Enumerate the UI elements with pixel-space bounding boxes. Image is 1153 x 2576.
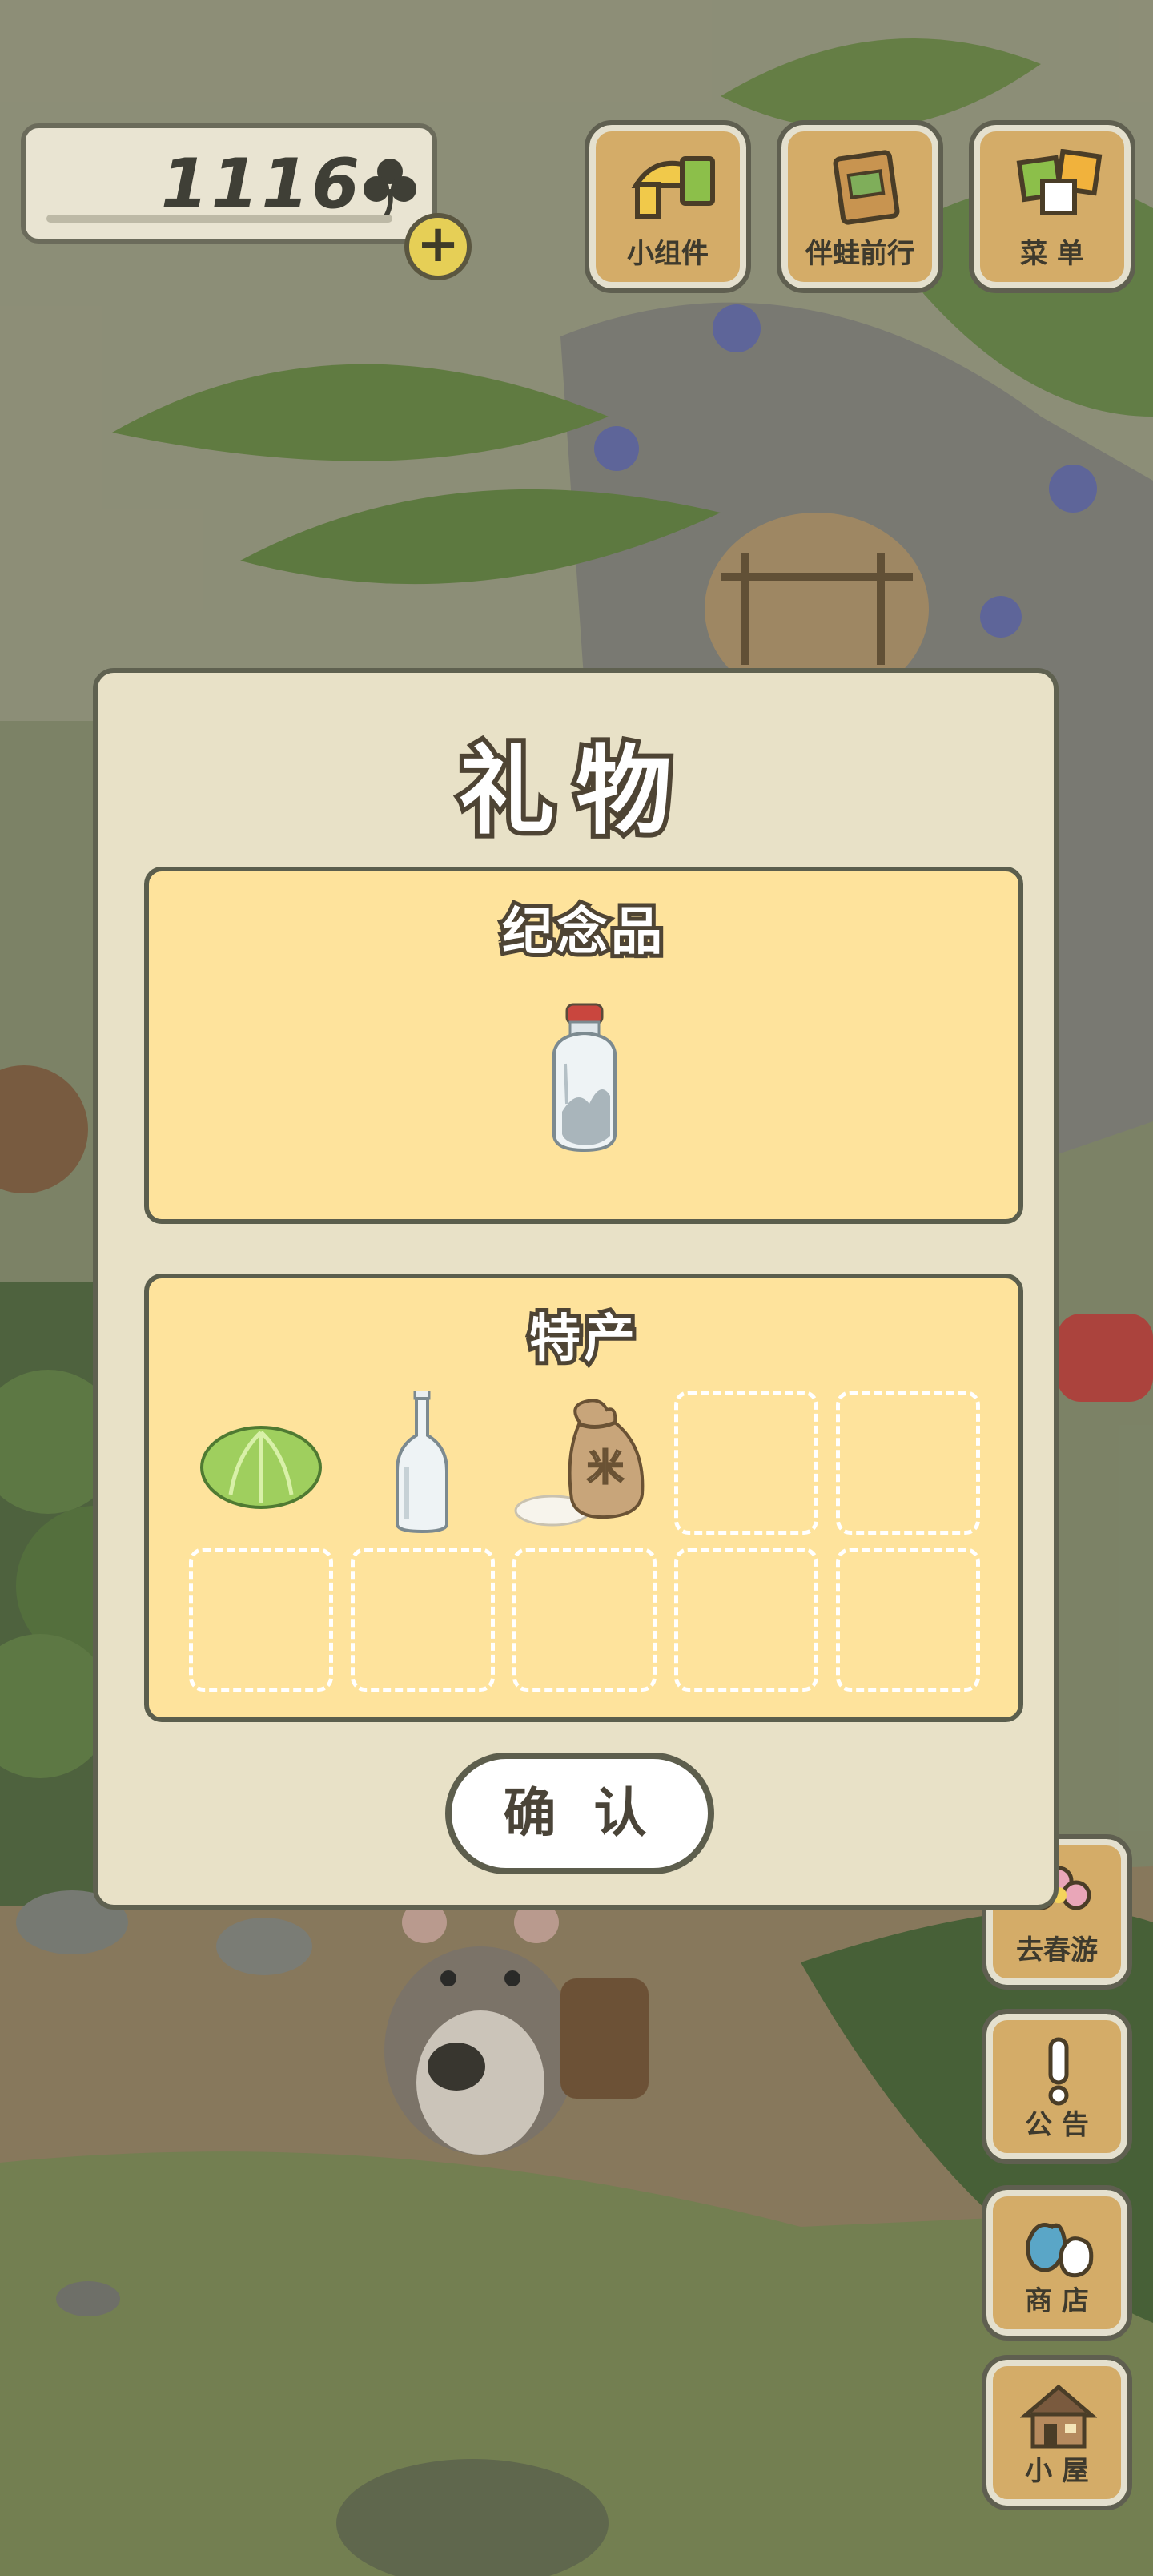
exclamation-icon xyxy=(1048,2037,1069,2106)
specialty-empty-slot xyxy=(512,1548,657,1692)
menu-button[interactable]: 菜 单 xyxy=(969,120,1135,293)
clover-counter: 1116 xyxy=(21,123,437,244)
snuff-bottle-icon xyxy=(552,1003,617,1153)
specialty-empty-slot xyxy=(351,1548,495,1692)
gift-dialog: 礼物 纪念品 特产 米 确 认 xyxy=(93,668,1059,1910)
house-icon xyxy=(1020,2384,1097,2449)
widgets-button[interactable]: 小组件 xyxy=(585,120,751,293)
shop-bags-icon xyxy=(1026,2223,1094,2278)
add-clover-button[interactable]: + xyxy=(404,213,472,280)
specialty-empty-slot xyxy=(836,1548,980,1692)
widgets-label: 小组件 xyxy=(627,238,709,270)
souvenir-panel: 纪念品 xyxy=(144,867,1023,1224)
glass-bottle-icon xyxy=(396,1391,448,1534)
frog-travel-button[interactable]: 伴蛙前行 xyxy=(777,120,943,293)
menu-cards-icon xyxy=(1016,149,1103,215)
notice-button[interactable]: 公 告 xyxy=(982,2009,1132,2164)
shop-button[interactable]: 商 店 xyxy=(982,2185,1132,2341)
widgets-icon xyxy=(631,156,715,219)
souvenir-item-snuff-bottle[interactable] xyxy=(512,1000,657,1160)
shop-label: 商 店 xyxy=(1025,2285,1089,2317)
travel-book-icon xyxy=(833,150,900,225)
rice-bag-mark: 米 xyxy=(587,1446,624,1489)
notice-label: 公 告 xyxy=(1025,2109,1089,2141)
specialty-item-rice-bag[interactable]: 米 xyxy=(512,1391,657,1535)
cabbage-icon xyxy=(200,1426,322,1509)
specialty-title: 特产 xyxy=(525,1306,639,1373)
menu-label: 菜 单 xyxy=(1020,238,1084,270)
specialty-panel: 特产 米 xyxy=(144,1274,1023,1722)
specialty-empty-slot xyxy=(189,1548,333,1692)
rice-bag-icon: 米 xyxy=(514,1399,645,1527)
clover-count: 1116 xyxy=(160,144,362,224)
specialty-item-cabbage[interactable] xyxy=(189,1391,333,1535)
specialty-empty-slot xyxy=(836,1391,980,1535)
souvenir-title: 纪念品 xyxy=(498,899,666,966)
clover-underline xyxy=(46,215,392,223)
clover-icon xyxy=(364,159,416,218)
dialog-title: 礼物 xyxy=(454,731,693,852)
frog-travel-label: 伴蛙前行 xyxy=(805,238,914,270)
specialty-empty-slot xyxy=(674,1391,818,1535)
spring-trip-label: 去春游 xyxy=(1016,1934,1098,1966)
house-label: 小 屋 xyxy=(1025,2455,1089,2487)
specialty-empty-slot xyxy=(674,1548,818,1692)
specialty-item-glass-bottle[interactable] xyxy=(351,1391,495,1535)
house-button[interactable]: 小 屋 xyxy=(982,2355,1132,2510)
confirm-button[interactable]: 确 认 xyxy=(445,1753,714,1874)
